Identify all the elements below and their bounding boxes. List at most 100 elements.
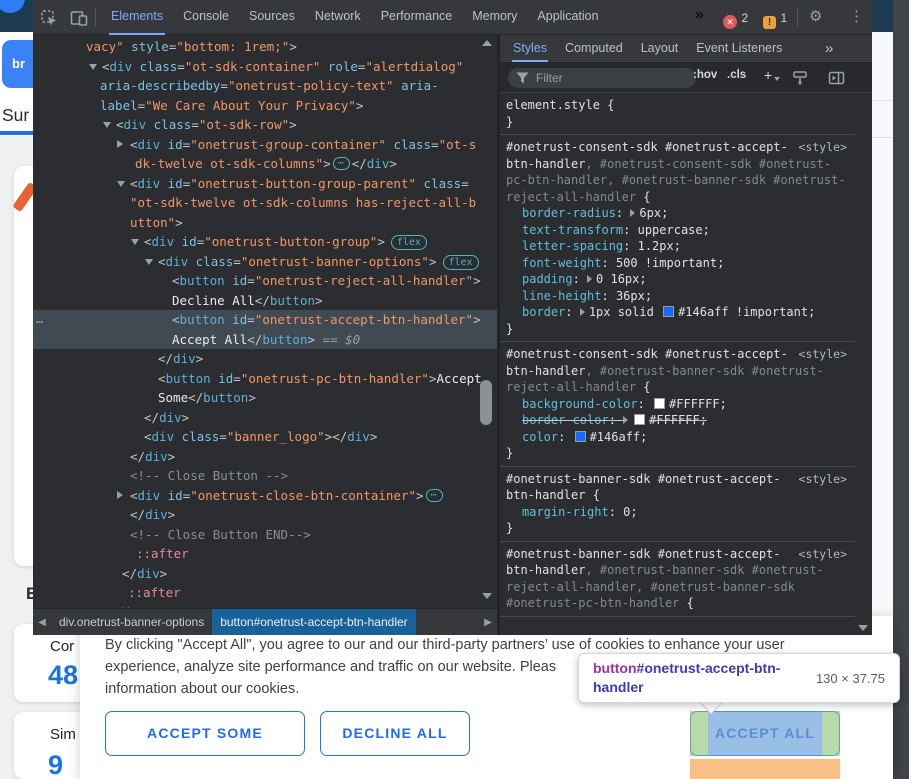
style-source-link[interactable]: <style> <box>799 346 847 363</box>
settings-gear-icon[interactable]: ⚙ <box>809 7 822 25</box>
property-name[interactable]: padding <box>522 272 573 286</box>
dom-tree-row[interactable]: Decline All</button> <box>33 291 497 311</box>
expand-shorthand-icon[interactable] <box>580 308 585 316</box>
color-swatch[interactable] <box>654 398 665 409</box>
dom-tree-row[interactable]: Some</button> <box>33 388 497 408</box>
devtools-tab-memory[interactable]: Memory <box>462 0 527 35</box>
error-badge[interactable]: ✕ 2 <box>723 9 748 29</box>
accept-some-button[interactable]: ACCEPT SOME <box>105 711 305 756</box>
dom-tree-row[interactable]: <div id="onetrust-button-group">flex <box>33 232 497 252</box>
accept-all-button[interactable]: ACCEPT ALL <box>690 711 840 756</box>
dom-tree-row[interactable]: utton"> <box>33 213 497 233</box>
property-name[interactable]: font-weight <box>522 256 601 270</box>
dom-tree-row[interactable]: "ot-sdk-twelve ot-sdk-columns has-reject… <box>33 193 497 213</box>
dom-tree-row[interactable]: dk-twelve ot-sdk-columns">⋯</div> <box>33 154 497 174</box>
device-toolbar-icon[interactable] <box>69 8 89 28</box>
flex-badge[interactable]: flex <box>391 235 427 250</box>
disclosure-down-icon[interactable] <box>103 122 111 128</box>
disclosure-down-icon[interactable] <box>117 181 125 187</box>
color-swatch[interactable] <box>575 431 586 442</box>
dom-tree-row[interactable]: </div> <box>33 408 497 428</box>
css-declaration[interactable]: margin-right: 0; <box>506 504 847 521</box>
css-declaration[interactable]: padding: 0 16px; <box>506 271 847 288</box>
dom-tree-row[interactable]: <div class="ot-sdk-row"> <box>33 115 497 135</box>
property-value[interactable]: 6px <box>639 206 661 220</box>
css-declaration[interactable]: border-radius: 6px; <box>506 205 847 222</box>
property-value[interactable]: #146aff <box>590 430 641 444</box>
dom-tree-row[interactable]: aria-describedby="onetrust-policy-text" … <box>33 76 497 96</box>
dom-tree-row[interactable]: vacy" style="bottom: 1rem;"> <box>33 37 497 57</box>
css-declaration[interactable]: text-transform: uppercase; <box>506 222 847 239</box>
property-name[interactable]: color <box>522 430 558 444</box>
css-declaration[interactable]: font-weight: 500 !important; <box>506 255 847 272</box>
property-value[interactable]: #FFFFFF <box>669 397 720 411</box>
style-source-link[interactable]: <style> <box>799 546 847 563</box>
dom-tree-row[interactable]: …<button id="onetrust-accept-btn-handler… <box>33 310 497 330</box>
dom-tree-row[interactable]: <button id="onetrust-reject-all-handler"… <box>33 271 497 291</box>
dom-tree-row[interactable]: </div> <box>33 349 497 369</box>
css-declaration[interactable]: letter-spacing: 1.2px; <box>506 238 847 255</box>
devtools-tab-sources[interactable]: Sources <box>239 0 305 35</box>
toggle-sidebar-icon[interactable] <box>828 70 845 86</box>
toggle-hover-state[interactable]: :hov <box>693 69 717 81</box>
expand-inline-icon[interactable]: ⋯ <box>333 157 350 170</box>
style-source-link[interactable]: <style> <box>799 471 847 488</box>
flex-badge[interactable]: flex <box>443 255 479 270</box>
devtools-tab-console[interactable]: Console <box>173 0 239 35</box>
toggle-element-classes[interactable]: .cls <box>727 69 746 81</box>
dom-tree-row[interactable]: <!-- Close Button END--> <box>33 525 497 545</box>
more-tabs-icon[interactable]: » <box>695 6 704 24</box>
warning-badge[interactable]: ! 1 <box>763 9 787 29</box>
styles-tab-event-listeners[interactable]: Event Listeners <box>687 35 791 62</box>
css-declaration[interactable]: line-height: 36px; <box>506 288 847 305</box>
dom-tree-row[interactable]: <button id="onetrust-pc-btn-handler">Acc… <box>33 369 497 389</box>
dom-tree-row[interactable]: <div class="banner_logo"></div> <box>33 427 497 447</box>
elements-scrollbar-thumb[interactable] <box>480 380 492 425</box>
property-name[interactable]: margin-right <box>522 505 609 519</box>
property-value[interactable]: #FFFFFF <box>649 413 700 427</box>
dom-tree-row[interactable]: <div class="onetrust-banner-options">fle… <box>33 252 497 272</box>
scroll-down-icon[interactable] <box>482 593 492 599</box>
new-style-rule-button[interactable]: + <box>764 67 772 83</box>
styles-more-tabs-icon[interactable]: » <box>825 40 833 57</box>
dom-tree-row[interactable]: label="We Care About Your Privacy"> <box>33 96 497 116</box>
devtools-tab-elements[interactable]: Elements <box>101 0 173 35</box>
breadcrumb-item[interactable]: button#onetrust-accept-btn-handler <box>212 609 415 635</box>
property-name[interactable]: letter-spacing <box>522 239 623 253</box>
disclosure-right-icon[interactable] <box>117 140 123 148</box>
expand-inline-icon[interactable]: ⋯ <box>426 489 443 502</box>
dom-tree-row[interactable]: ::after <box>33 583 497 603</box>
decline-all-button[interactable]: DECLINE ALL <box>320 711 470 756</box>
dom-tree-row[interactable]: Accept All</button> == $0 <box>33 330 497 350</box>
styles-scroll-down-icon[interactable] <box>858 625 868 631</box>
property-value[interactable]: 500 !important <box>616 256 717 270</box>
property-value[interactable]: 36px <box>616 289 645 303</box>
property-name[interactable]: border-radius <box>522 206 616 220</box>
property-name[interactable]: border-color <box>522 413 609 427</box>
disclosure-right-icon[interactable] <box>117 491 123 499</box>
property-value[interactable]: 1px solid <box>589 305 661 319</box>
dom-tree-row[interactable]: <!-- Close Button --> <box>33 466 497 486</box>
dom-tree-row[interactable]: </div> <box>33 447 497 467</box>
devtools-tab-network[interactable]: Network <box>305 0 371 35</box>
styles-tab-layout[interactable]: Layout <box>632 35 688 62</box>
styles-filter-input[interactable]: Filter <box>508 68 696 88</box>
color-swatch[interactable] <box>634 414 645 425</box>
styles-tab-styles[interactable]: Styles <box>504 35 556 62</box>
dom-tree-row[interactable]: </div> <box>33 564 497 584</box>
scroll-up-icon[interactable] <box>482 40 492 46</box>
css-declaration[interactable]: border-color: #FFFFFF; <box>506 412 847 429</box>
dom-tree-row[interactable]: </div> <box>33 505 497 525</box>
expand-shorthand-icon[interactable] <box>623 416 628 424</box>
property-name[interactable]: border <box>522 305 565 319</box>
property-name[interactable]: text-transform <box>522 223 623 237</box>
css-declaration[interactable]: border: 1px solid #146aff !important; <box>506 304 847 321</box>
property-value[interactable]: 0 16px <box>596 272 639 286</box>
dom-tree-row[interactable]: <div id="onetrust-button-group-parent" c… <box>33 174 497 194</box>
kebab-menu-icon[interactable]: ⋮ <box>849 7 864 25</box>
breadcrumb-scroll-right-icon[interactable]: ▶ <box>479 617 497 628</box>
row-actions-icon[interactable]: … <box>36 310 43 330</box>
disclosure-down-icon[interactable] <box>145 259 153 265</box>
css-declaration[interactable]: background-color: #FFFFFF; <box>506 396 847 413</box>
color-swatch[interactable] <box>663 306 674 317</box>
